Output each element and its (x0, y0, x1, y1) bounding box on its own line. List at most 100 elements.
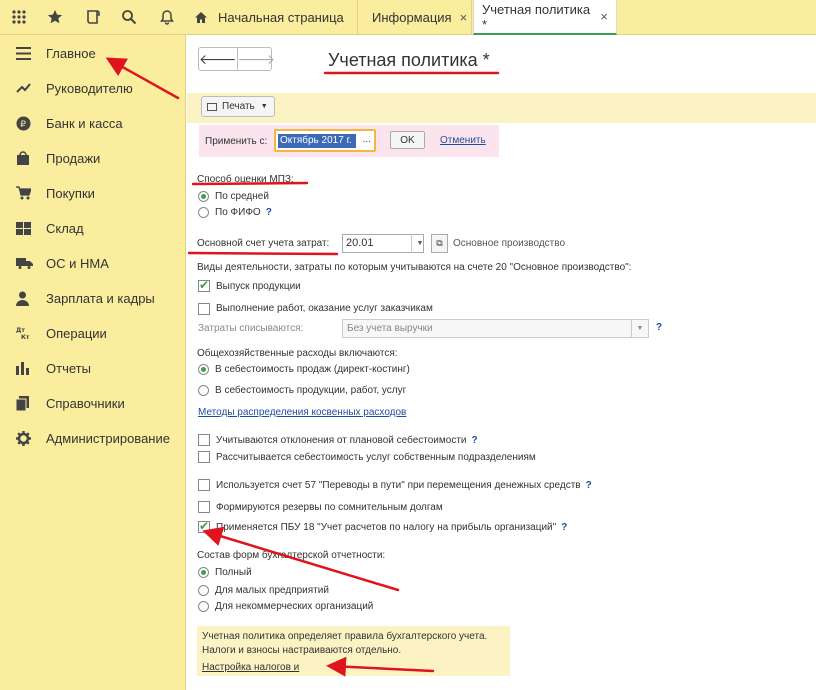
sidebar-item-sales[interactable]: Продажи (0, 143, 186, 173)
overhead-radio-direct[interactable] (198, 364, 209, 375)
print-button[interactable]: Печать ▼ (201, 96, 275, 117)
cart-icon (0, 186, 46, 200)
sidebar-item-reports[interactable]: Отчеты (0, 353, 186, 383)
sidebar-item-label: Руководителю (46, 80, 133, 96)
checkbox-services[interactable] (198, 303, 210, 315)
writeoff-value: Без учета выручки (347, 323, 433, 334)
help-icon[interactable]: ? (561, 522, 567, 533)
activities-label: Виды деятельности, затраты по которым уч… (197, 262, 632, 273)
person-icon (0, 291, 46, 306)
sidebar-item-salary[interactable]: Зарплата и кадры (0, 283, 186, 313)
reports-option-small[interactable]: Для малых предприятий (215, 585, 329, 596)
close-icon[interactable]: × (460, 10, 468, 25)
note-line-2: Налоги и взносы настраиваются отдельно. (202, 645, 402, 656)
sidebar-item-admin[interactable]: Администрирование (0, 423, 186, 453)
search-icon[interactable] (116, 5, 142, 29)
dt-kt-icon: Дт Кт (0, 326, 46, 340)
sidebar-item-label: Банк и касса (46, 115, 123, 131)
overhead-option-direct[interactable]: В себестоимость продаж (директ-костинг) (215, 364, 410, 375)
overhead-label: Общехозяйственные расходы включаются: (197, 348, 398, 359)
writeoff-label: Затраты списываются: (198, 323, 304, 334)
help-icon[interactable]: ? (656, 322, 662, 333)
mpz-radio-fifo[interactable] (198, 207, 209, 218)
bag-icon (0, 150, 46, 166)
sidebar-item-purchases[interactable]: Покупки (0, 178, 186, 208)
sidebar-item-label: Администрирование (46, 430, 170, 446)
bar-chart-icon (0, 361, 46, 375)
history-icon[interactable] (80, 5, 106, 29)
cancel-link[interactable]: Отменить (440, 135, 486, 146)
main-content: 🡐 🡒 Учетная политика * Печать ▼ Применит… (187, 35, 816, 690)
bell-icon[interactable] (154, 5, 180, 29)
help-icon[interactable]: ? (472, 435, 478, 446)
apply-date-input[interactable]: Октябрь 2017 г. ... (274, 129, 376, 152)
checkbox-internal-services[interactable] (198, 451, 210, 463)
activity-services[interactable]: Выполнение работ, оказание услуг заказчи… (216, 303, 433, 314)
close-icon[interactable]: × (600, 9, 608, 24)
warehouse-icon (0, 221, 46, 235)
sidebar-item-main[interactable]: Главное (0, 38, 186, 68)
ok-button[interactable]: OK (390, 131, 425, 149)
checkbox-reserves[interactable] (198, 501, 210, 513)
chevron-down-icon: ▼ (631, 320, 648, 337)
forward-button[interactable]: 🡒 (236, 48, 275, 70)
info-note: Учетная политика определяет правила бухг… (197, 626, 510, 676)
writeoff-select[interactable]: Без учета выручки ▼ (342, 319, 649, 338)
sidebar-item-label: Зарплата и кадры (46, 290, 155, 306)
reports-radio-nonprofit[interactable] (198, 601, 209, 612)
sidebar-item-warehouse[interactable]: Склад (0, 213, 186, 243)
checkbox-pbu18[interactable] (198, 519, 210, 533)
tab-home[interactable]: Начальная страница (186, 0, 358, 35)
tab-info-label: Информация (372, 10, 452, 25)
page-title: Учетная политика * (328, 50, 490, 70)
svg-text:Кт: Кт (21, 334, 30, 340)
reports-option-nonprofit[interactable]: Для некоммерческих организаций (215, 601, 373, 612)
svg-text:₽: ₽ (20, 120, 26, 130)
overhead-option-cost[interactable]: В себестоимость продукции, работ, услуг (215, 385, 406, 396)
check-deviation[interactable]: Учитываются отклонения от плановой себес… (216, 435, 478, 446)
gear-icon (0, 430, 46, 446)
indirect-costs-link[interactable]: Методы распределения косвенных расходов (198, 407, 406, 418)
tab-accounting-policy-label: Учетная политика * (482, 1, 591, 32)
back-button[interactable]: 🡐 (199, 48, 237, 70)
sidebar-item-manager[interactable]: Руководителю (0, 73, 186, 103)
check-account-57[interactable]: Используется счет 57 "Переводы в пути" п… (216, 480, 592, 491)
help-icon[interactable]: ? (266, 207, 272, 218)
sidebar-item-label: Покупки (46, 185, 95, 201)
sidebar-item-directories[interactable]: Справочники (0, 388, 186, 418)
top-bar: Начальная страница Информация × Учетная … (0, 0, 816, 35)
star-icon[interactable] (42, 5, 68, 29)
activity-products[interactable]: Выпуск продукции (216, 281, 301, 292)
mpz-radio-average[interactable] (198, 191, 209, 202)
checkbox-account-57[interactable] (198, 479, 210, 491)
account-note: Основное производство (453, 238, 566, 249)
tax-settings-link[interactable]: Настройка налогов и (202, 662, 299, 673)
sidebar-item-bank[interactable]: ₽ Банк и касса (0, 108, 186, 138)
select-dots-icon[interactable]: ... (363, 134, 371, 145)
sidebar-item-label: Склад (46, 220, 84, 236)
sidebar-item-assets[interactable]: ОС и НМА (0, 248, 186, 278)
trend-icon (0, 82, 46, 94)
check-reserves[interactable]: Формируются резервы по сомнительным долг… (216, 502, 443, 513)
apply-bar: Применить с: Октябрь 2017 г. ... OK Отме… (199, 125, 499, 157)
reports-radio-small[interactable] (198, 585, 209, 596)
sidebar-item-operations[interactable]: Дт Кт Операции (0, 318, 186, 348)
help-icon[interactable]: ? (586, 480, 592, 491)
mpz-option-fifo[interactable]: По ФИФО? (215, 207, 272, 218)
checkbox-deviation[interactable] (198, 434, 210, 446)
apps-grid-icon[interactable] (6, 5, 32, 29)
chevron-down-icon[interactable]: ▼ (411, 234, 428, 253)
check-internal-services[interactable]: Рассчитывается себестоимость услуг собст… (216, 452, 536, 463)
home-icon (194, 11, 208, 24)
reports-option-full[interactable]: Полный (215, 567, 252, 578)
mpz-option-average[interactable]: По средней (215, 191, 269, 202)
tab-info[interactable]: Информация × (364, 0, 472, 35)
sidebar-item-label: Операции (46, 325, 107, 341)
tab-accounting-policy[interactable]: Учетная политика * × (473, 0, 617, 35)
overhead-radio-cost[interactable] (198, 385, 209, 396)
checkbox-products[interactable] (198, 278, 210, 292)
note-line-1: Учетная политика определяет правила бухг… (202, 631, 488, 642)
reports-radio-full[interactable] (198, 567, 209, 578)
open-icon[interactable]: ⧉ (431, 234, 448, 253)
check-pbu18[interactable]: Применяется ПБУ 18 "Учет расчетов по нал… (216, 522, 567, 533)
